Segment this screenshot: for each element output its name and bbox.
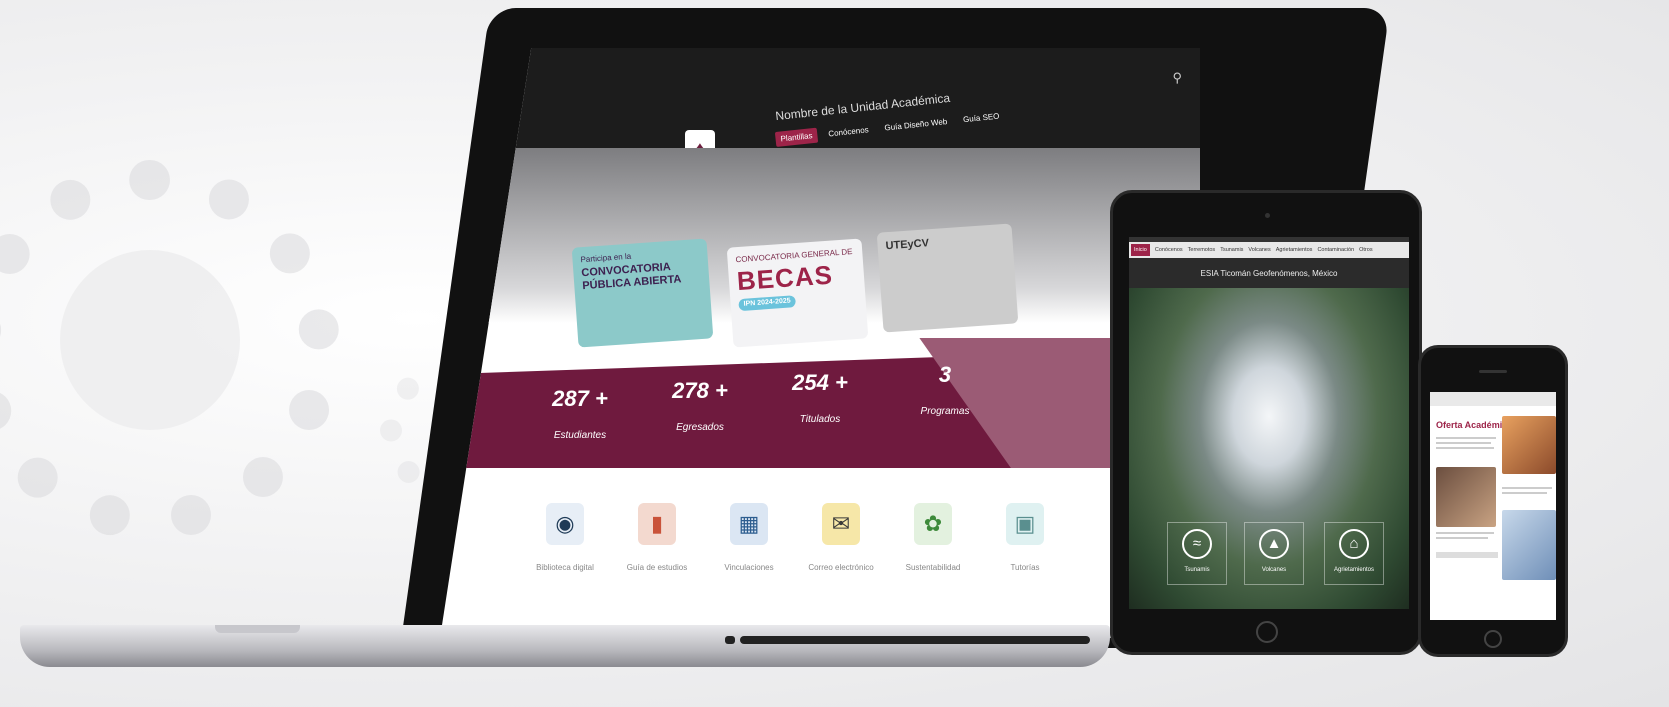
quick-link-label: Sustentabilidad — [905, 563, 961, 572]
tile-agrietamientos[interactable]: ⌂ Agrietamientos — [1324, 522, 1384, 585]
stat-programas-label: Programas — [920, 406, 970, 417]
phone-thumbnail[interactable] — [1502, 416, 1556, 474]
tablet-nav-agrietamientos[interactable]: Agrietamientos — [1276, 247, 1313, 253]
laptop-base — [20, 625, 1110, 667]
tablet-nav-volcanes[interactable]: Volcanes — [1248, 247, 1270, 253]
stat-programas-number: 3 — [938, 362, 952, 387]
stat-estudiantes: 287 + Estudiantes — [530, 386, 630, 441]
phone-text-line — [1502, 487, 1552, 489]
stat-estudiantes-label: Estudiantes — [553, 430, 607, 441]
stat-egresados: 278 + Egresados — [650, 378, 750, 433]
quick-link-guia[interactable]: ▮ Guía de estudios — [622, 503, 692, 573]
quick-link-label: Correo electrónico — [808, 563, 874, 572]
tablet-nav-terremotos[interactable]: Terremotos — [1188, 247, 1216, 253]
plant-hand-icon: ✿ — [914, 503, 952, 545]
tile-agrietamientos-label: Agrietamientos — [1333, 567, 1375, 573]
stat-egresados-number: 278 + — [672, 378, 728, 403]
card-becas-badge: IPN 2024-2025 — [738, 295, 797, 312]
phone-top-bar — [1430, 392, 1556, 406]
stat-titulados-number: 254 + — [792, 370, 848, 395]
tutoring-icon: ▣ — [1006, 503, 1044, 545]
tablet-page-title: ESIA Ticomán Geofenómenos, México — [1200, 269, 1338, 278]
card-convocatoria[interactable]: Participa en la CONVOCATORIA PÚBLICA ABI… — [571, 238, 714, 348]
tablet-nav-conocenos[interactable]: Conócenos — [1155, 247, 1183, 253]
search-icon[interactable]: ⚲ — [1172, 70, 1182, 86]
quick-links: ◉ Biblioteca digital ▮ Guía de estudios … — [530, 503, 1060, 573]
phone-button[interactable] — [1436, 552, 1498, 558]
wave-icon: ≈ — [1182, 529, 1212, 559]
phone-text-line — [1436, 437, 1496, 439]
laptop-notch — [215, 625, 300, 633]
tile-tsunamis[interactable]: ≈ Tsunamis — [1167, 522, 1227, 585]
tablet-nav-tsunamis[interactable]: Tsunamis — [1220, 247, 1243, 253]
card-convocatoria-small: Participa en la — [580, 251, 632, 265]
card-uteycv-title: UTEyCV — [885, 237, 930, 253]
card-convocatoria-title: CONVOCATORIA PÚBLICA ABIERTA — [581, 261, 682, 292]
network-icon: ▦ — [730, 503, 768, 545]
card-becas-title: BECAS — [735, 259, 834, 297]
volcano-icon: ▲ — [1259, 529, 1289, 559]
phone-home-button[interactable] — [1484, 630, 1502, 648]
card-uteycv[interactable]: UTEyCV — [876, 223, 1019, 333]
tablet-nav-inicio[interactable]: Inicio — [1131, 244, 1150, 256]
tablet-nav: Inicio Conócenos Terremotos Tsunamis Vol… — [1129, 242, 1409, 258]
phone-text-line — [1436, 537, 1488, 539]
quick-link-biblioteca[interactable]: ◉ Biblioteca digital — [530, 503, 600, 573]
quick-link-sustentabilidad[interactable]: ✿ Sustentabilidad — [898, 503, 968, 573]
phone-speaker — [1479, 370, 1507, 373]
phone-screen: Oferta Académica — [1430, 392, 1556, 620]
phone-page-title: Oferta Académica — [1436, 420, 1513, 430]
tile-volcanes-label: Volcanes — [1261, 567, 1287, 573]
laptop-vent — [740, 636, 1090, 644]
quick-link-label: Guía de estudios — [626, 563, 688, 572]
laptop-screen: ⚲ ♦ Nombre de la Unidad Académica Planti… — [440, 48, 1200, 638]
card-becas[interactable]: CONVOCATORIA GENERAL DE BECAS IPN 2024-2… — [726, 238, 869, 348]
stat-egresados-label: Egresados — [676, 422, 724, 433]
crack-icon: ⌂ — [1339, 529, 1369, 559]
tablet-screen: Inicio Conócenos Terremotos Tsunamis Vol… — [1129, 237, 1409, 609]
quick-link-correo[interactable]: ✉ Correo electrónico — [806, 503, 876, 573]
phone-text-line — [1502, 492, 1547, 494]
tile-tsunamis-label: Tsunamis — [1184, 567, 1210, 573]
quick-link-vinculaciones[interactable]: ▦ Vinculaciones — [714, 503, 784, 573]
tablet-camera — [1265, 213, 1270, 218]
tablet-nav-otros[interactable]: Otros — [1359, 247, 1372, 253]
quick-link-tutorias[interactable]: ▣ Tutorías — [990, 503, 1060, 573]
tablet-icon: ▮ — [638, 503, 676, 545]
quick-link-label: Tutorías — [1010, 563, 1040, 572]
phone-text-line — [1436, 532, 1494, 534]
tablet-home-button[interactable] — [1256, 621, 1278, 643]
stat-programas: 3 Programas — [895, 362, 995, 417]
laptop-indicator — [725, 636, 735, 644]
stat-estudiantes-number: 287 + — [552, 386, 608, 411]
quick-link-label: Vinculaciones — [724, 563, 774, 572]
background-circle — [60, 250, 240, 430]
tablet-device: Inicio Conócenos Terremotos Tsunamis Vol… — [1110, 190, 1422, 655]
stat-titulados: 254 + Titulados — [770, 370, 870, 425]
tablet-nav-contaminacion[interactable]: Contaminación — [1317, 247, 1354, 253]
phone-text-line — [1436, 447, 1494, 449]
phone-thumbnail[interactable] — [1436, 467, 1496, 527]
mail-icon: ✉ — [822, 503, 860, 545]
phone-thumbnail[interactable] — [1502, 510, 1556, 580]
tile-volcanes[interactable]: ▲ Volcanes — [1244, 522, 1304, 585]
phone-text-line — [1436, 442, 1491, 444]
quick-link-label: Biblioteca digital — [536, 563, 594, 572]
library-icon: ◉ — [546, 503, 584, 545]
phone-device: Oferta Académica — [1418, 345, 1568, 657]
stat-titulados-label: Titulados — [799, 414, 841, 425]
